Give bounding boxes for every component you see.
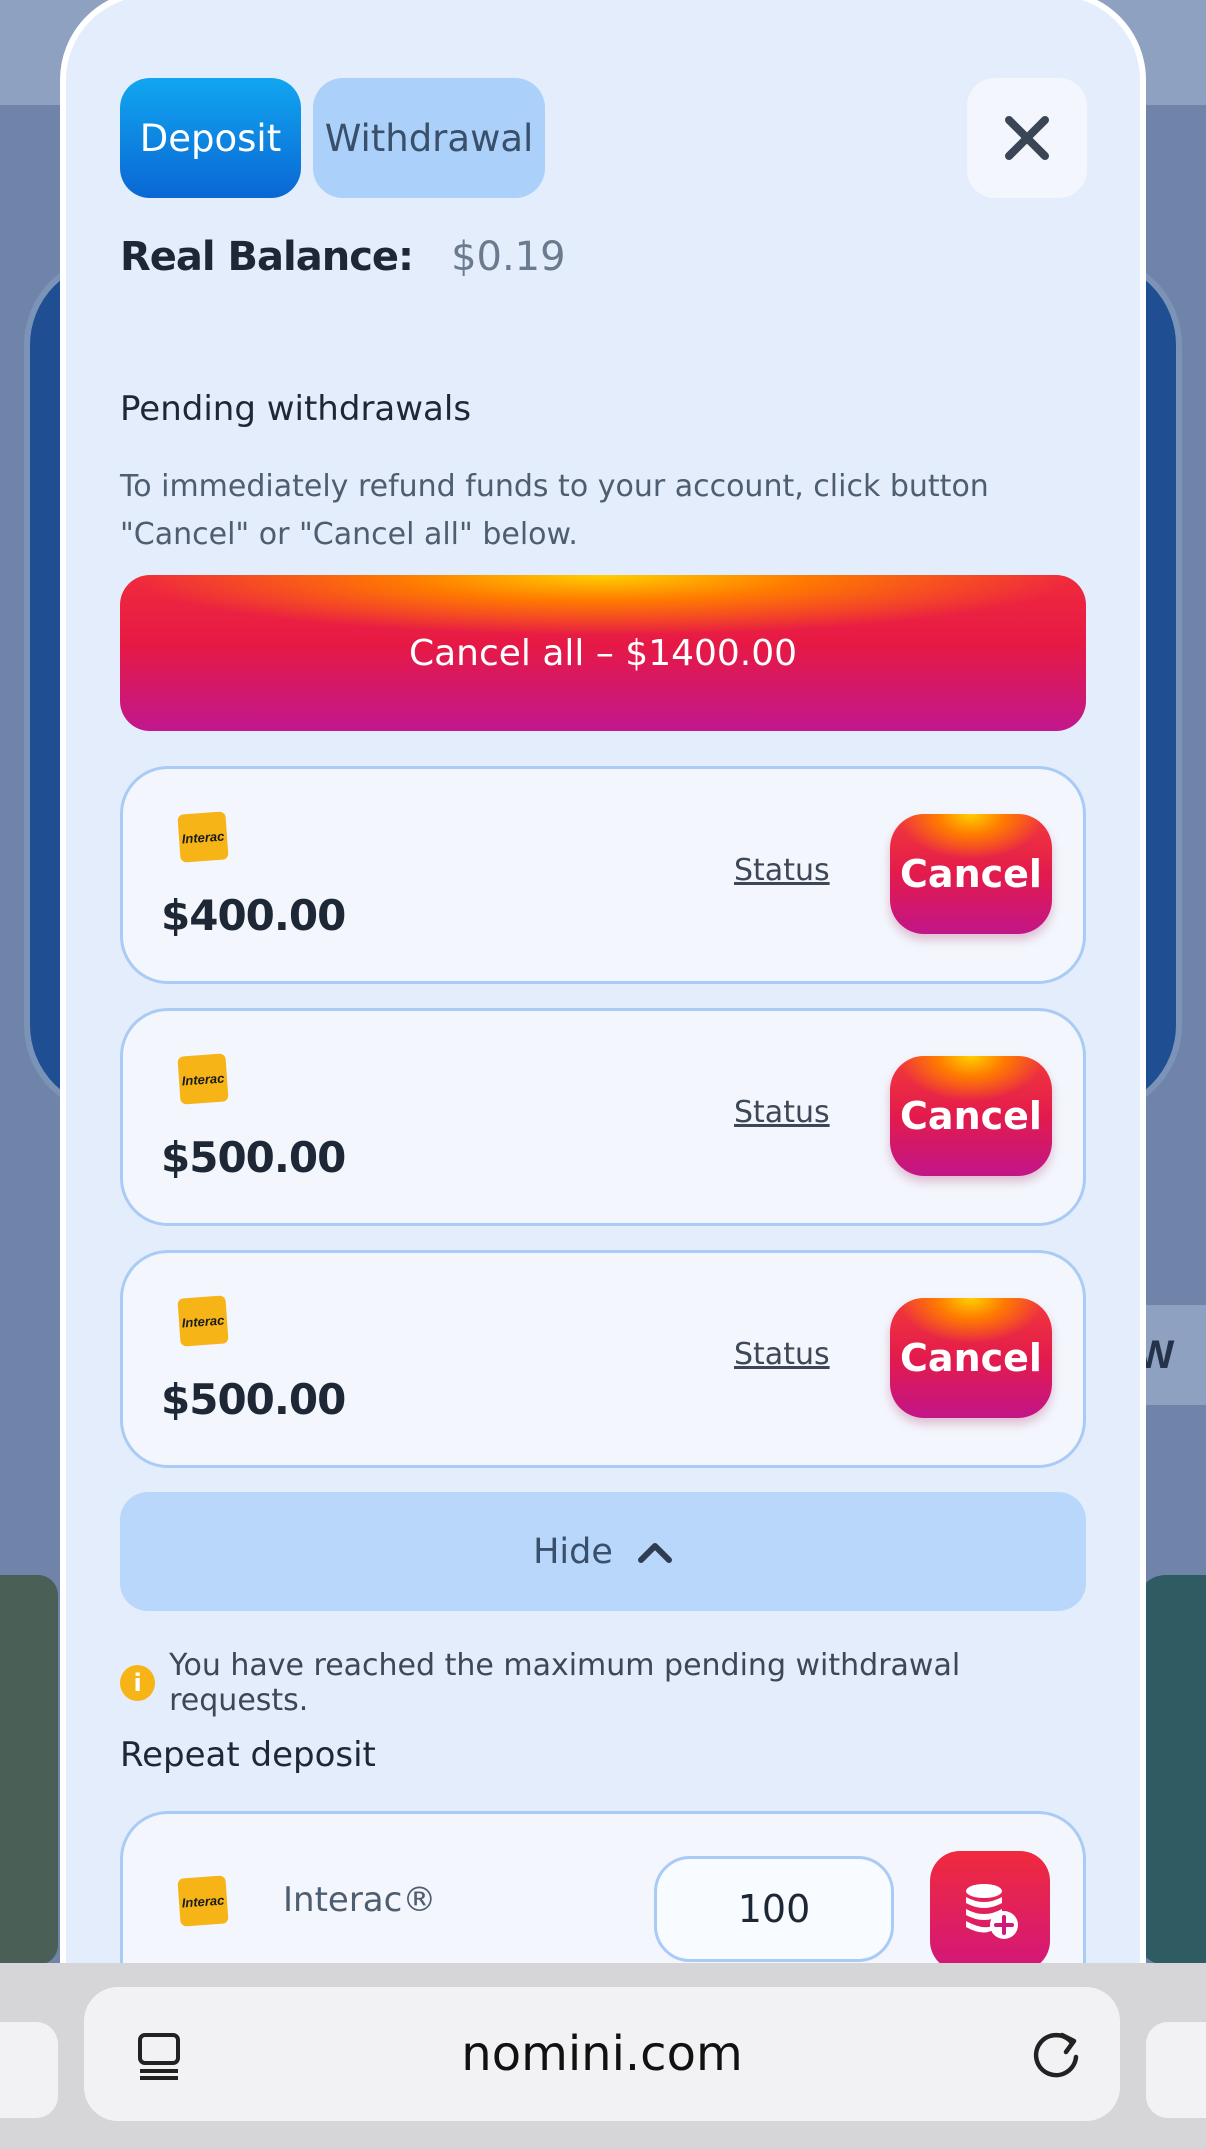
cancel-all-button[interactable]: Cancel all – $1400.00 (120, 575, 1086, 731)
pending-withdrawals-title: Pending withdrawals (120, 389, 472, 429)
repeat-deposit-title: Repeat deposit (120, 1735, 376, 1775)
hide-button[interactable]: Hide (120, 1492, 1086, 1611)
interac-logo-icon: Interac (177, 1875, 229, 1927)
balance-label: Real Balance: (120, 234, 414, 280)
address-bar[interactable]: nomini.com (84, 1987, 1120, 2121)
reload-icon[interactable] (1030, 2027, 1084, 2081)
chevron-up-icon (637, 1542, 672, 1563)
hide-label: Hide (533, 1531, 613, 1572)
next-tab-preview[interactable] (1146, 2022, 1206, 2118)
repeat-deposit-button[interactable] (930, 1851, 1050, 1964)
interac-logo-icon: Interac (177, 1295, 229, 1347)
withdrawal-amount: $400.00 (161, 891, 346, 940)
status-link[interactable]: Status (734, 853, 830, 888)
notice-text: You have reached the maximum pending wit… (169, 1648, 961, 1718)
repeat-deposit-card: Interac Interac® (120, 1811, 1086, 1964)
info-icon: i (120, 1665, 156, 1701)
cancel-withdrawal-button[interactable]: Cancel (890, 1056, 1052, 1176)
withdrawal-amount: $500.00 (161, 1133, 346, 1182)
tab-deposit[interactable]: Deposit (120, 78, 301, 198)
status-link[interactable]: Status (734, 1095, 830, 1130)
background-game-card (1136, 1575, 1206, 1965)
real-balance: Real Balance: $0.19 (120, 234, 566, 280)
close-icon (1005, 116, 1049, 160)
pending-withdrawal-item: Interac $500.00 Status Cancel (120, 1008, 1086, 1226)
payment-method-name: Interac® (283, 1880, 437, 1920)
background-game-card (0, 1575, 58, 1965)
pending-withdrawals-description: To immediately refund funds to your acco… (120, 469, 989, 552)
url-text: nomini.com (461, 2026, 743, 2082)
coins-add-icon (966, 1884, 1018, 1939)
cancel-withdrawal-button[interactable]: Cancel (890, 1298, 1052, 1418)
previous-tab-preview[interactable] (0, 2022, 58, 2118)
pending-withdrawal-item: Interac $500.00 Status Cancel (120, 1250, 1086, 1468)
close-button[interactable] (967, 78, 1087, 198)
deposit-amount-input[interactable] (654, 1856, 894, 1962)
payments-modal: Deposit Withdrawal Real Balance: $0.19 P… (60, 0, 1146, 1970)
status-link[interactable]: Status (734, 1337, 830, 1372)
withdrawal-amount: $500.00 (161, 1375, 346, 1424)
tab-withdrawal[interactable]: Withdrawal (313, 78, 545, 198)
balance-value: $0.19 (451, 234, 566, 280)
max-pending-notice: i You have reached the maximum pending w… (120, 1648, 1086, 1718)
modal-tabs: Deposit Withdrawal (120, 78, 545, 198)
cancel-withdrawal-button[interactable]: Cancel (890, 814, 1052, 934)
pending-withdrawal-item: Interac $400.00 Status Cancel (120, 766, 1086, 984)
interac-logo-icon: Interac (177, 811, 229, 863)
interac-logo-icon: Interac (177, 1053, 229, 1105)
